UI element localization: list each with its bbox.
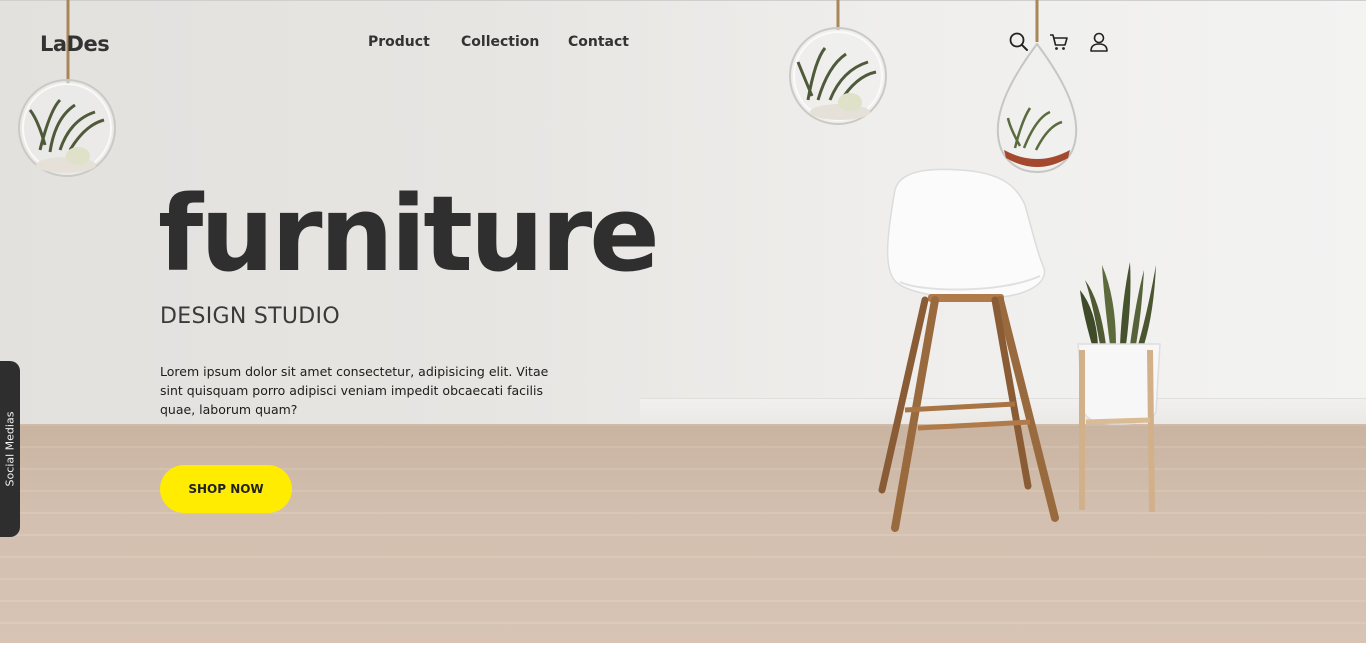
nav-item-collection[interactable]: Collection xyxy=(461,34,539,50)
top-border xyxy=(0,0,1366,1)
nav-link-product[interactable]: Product xyxy=(368,34,430,50)
nav-link-contact[interactable]: Contact xyxy=(568,34,629,50)
hero-description: Lorem ipsum dolor sit amet consectetur, … xyxy=(160,364,549,417)
social-medias-tab[interactable]: Social Medias xyxy=(0,361,20,537)
user-icon[interactable] xyxy=(1088,31,1110,53)
shop-now-button[interactable]: SHOP NOW xyxy=(160,465,292,513)
hero-section: LaDes Product Collection Contact furnitu… xyxy=(0,0,1366,645)
social-medias-label: Social Medias xyxy=(3,411,17,487)
nav-item-contact[interactable]: Contact xyxy=(568,34,629,50)
hero-headline: furniture xyxy=(158,173,660,295)
wood-floor xyxy=(0,424,1366,645)
search-icon[interactable] xyxy=(1008,31,1030,53)
hero-subtitle: DESIGN STUDIO xyxy=(160,304,340,329)
baseboard xyxy=(640,398,1366,424)
brand-logo[interactable]: LaDes xyxy=(40,32,110,56)
nav-link-collection[interactable]: Collection xyxy=(461,34,539,50)
nav-item-product[interactable]: Product xyxy=(368,34,430,50)
cart-icon[interactable] xyxy=(1048,31,1070,53)
